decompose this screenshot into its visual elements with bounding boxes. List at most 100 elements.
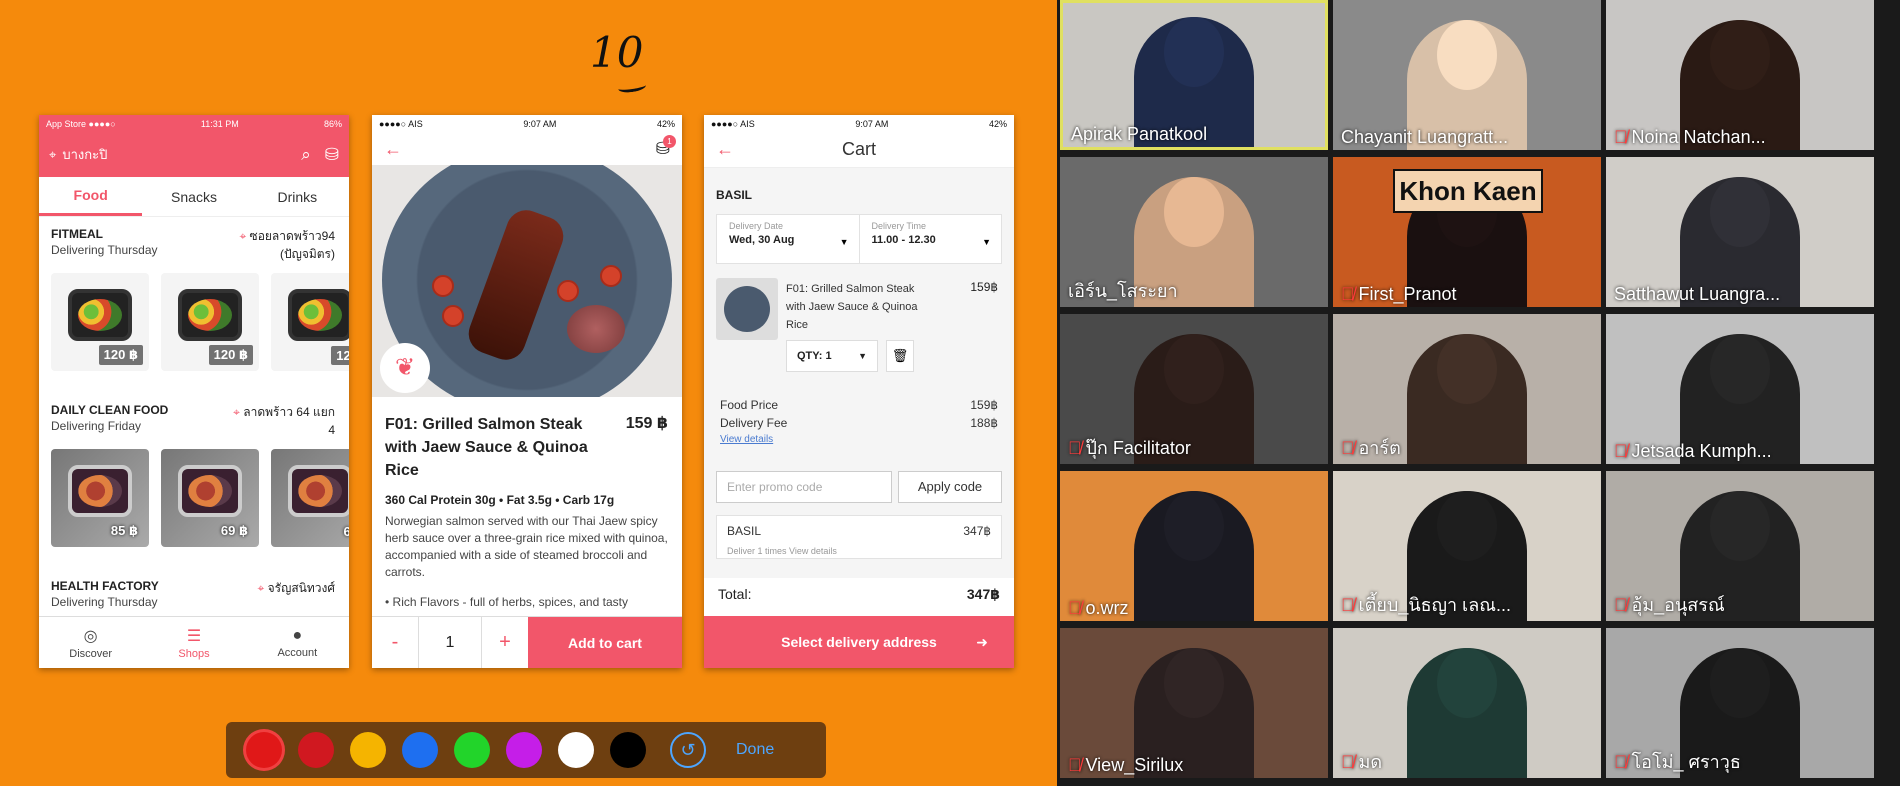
- tab-food[interactable]: Food: [39, 177, 143, 216]
- participant-tile[interactable]: 🎙̸ โอโม่_ ศราวุธ: [1606, 628, 1874, 778]
- tab-drinks[interactable]: Drinks: [246, 177, 349, 216]
- price-summary: Food Price 159฿ Delivery Fee 188฿ View det…: [720, 398, 998, 445]
- promo-code-input[interactable]: Enter promo code: [716, 471, 892, 503]
- color-blue[interactable]: [402, 732, 438, 768]
- qty-value: 1: [418, 617, 482, 668]
- meal-thumbnail[interactable]: 85 ฿: [51, 449, 149, 547]
- increase-qty-button[interactable]: +: [482, 617, 528, 668]
- color-green[interactable]: [454, 732, 490, 768]
- participant-tile[interactable]: 🎙̸ Noina Natchan...: [1606, 0, 1874, 150]
- shop-daily-clean-food[interactable]: DAILY CLEAN FOOD Delivering Friday ⌖ ลาด…: [39, 393, 349, 569]
- meal-price: 69: [343, 524, 349, 539]
- annotation-underline: [617, 80, 647, 94]
- shop-address: ⌖ ลาดพร้าว 64 แยก 4: [233, 405, 335, 437]
- color-white[interactable]: [558, 732, 594, 768]
- nav-shops[interactable]: ☰ Shops: [142, 617, 245, 668]
- location-label[interactable]: บางกะปิ: [62, 144, 287, 165]
- mic-muted-icon: 🎙̸: [1068, 755, 1082, 775]
- participant-tile[interactable]: 🎙̸ อุ้ม_อนุสรณ์: [1606, 471, 1874, 621]
- participant-tile[interactable]: เอิร์น_โสระยา: [1060, 157, 1328, 307]
- promo-row: Enter promo code Apply code: [716, 471, 1002, 503]
- annotation-toolbar: ↺ Done: [226, 722, 826, 778]
- participant-tile[interactable]: 🎙̸ เตี้ยบ_นิธญา เลณ...: [1333, 471, 1601, 621]
- participant-tile[interactable]: Apirak Panatkool: [1060, 0, 1328, 150]
- mic-muted-icon: 🎙̸: [1341, 284, 1355, 304]
- participant-name: 🎙̸ First_Pranot: [1341, 284, 1457, 304]
- pin-icon: ⌖: [239, 229, 250, 243]
- shop-fitmeal[interactable]: FITMEAL Delivering Thursday ⌖ ซอยลาดพร้า…: [39, 217, 349, 393]
- color-red-selected[interactable]: [246, 732, 282, 768]
- participant-name: Satthawut Luangra...: [1614, 284, 1781, 304]
- color-yellow[interactable]: [350, 732, 386, 768]
- category-tabs: Food Snacks Drinks: [39, 177, 349, 217]
- participant-tile[interactable]: 🎙̸ ปุ๊ก Facilitator: [1060, 314, 1328, 464]
- delivery-time-select[interactable]: Delivery Time 11.00 - 12.30 ▼: [860, 215, 1002, 263]
- meal-price: 85 ฿: [110, 523, 138, 538]
- participant-video: [1134, 491, 1254, 621]
- back-arrow-icon[interactable]: ←: [384, 139, 402, 160]
- delivery-picker: Delivery Date Wed, 30 Aug ▼ Delivery Tim…: [716, 214, 1002, 264]
- meal-thumbnail[interactable]: 120: [271, 273, 349, 371]
- participant-tile[interactable]: 🎙̸ มด: [1333, 628, 1601, 778]
- location-header: ⌖ บางกะปิ ⌕ ⛁: [39, 132, 349, 177]
- meal-thumbnail[interactable]: 69: [271, 449, 349, 547]
- participant-tile[interactable]: Chayanit Luangratt...: [1333, 0, 1601, 150]
- pin-icon: ⌖: [257, 581, 268, 595]
- meal-thumbnail[interactable]: 120 ฿: [51, 273, 149, 371]
- meal-price: 120 ฿: [98, 345, 143, 365]
- color-dark-red[interactable]: [298, 732, 334, 768]
- participant-name: 🎙̸ อาร์ต: [1341, 438, 1401, 458]
- decrease-qty-button[interactable]: -: [372, 617, 418, 668]
- tab-snacks[interactable]: Snacks: [142, 177, 245, 216]
- status-battery: 42%: [656, 118, 675, 129]
- caret-down-icon: ▼: [839, 237, 849, 247]
- mic-muted-icon: 🎙̸: [1068, 438, 1082, 458]
- status-time: 11:31 PM: [200, 118, 239, 129]
- user-icon: ●: [292, 626, 303, 644]
- qty-select[interactable]: QTY: 1 ▼: [786, 340, 878, 372]
- mic-muted-icon: 🎙̸: [1614, 595, 1628, 615]
- participant-name: Chayanit Luangratt...: [1341, 127, 1509, 147]
- participant-tile[interactable]: 🎙̸ Jetsada Kumph...: [1606, 314, 1874, 464]
- participant-tile[interactable]: 🎙̸ o.wrz: [1060, 471, 1328, 621]
- cart-total: Total: 347฿: [704, 578, 1014, 610]
- apply-code-button[interactable]: Apply code: [898, 471, 1002, 503]
- nav-discover[interactable]: ◎ Discover: [39, 617, 142, 668]
- participant-name: 🎙̸ View_Sirilux: [1068, 755, 1184, 775]
- color-black[interactable]: [610, 732, 646, 768]
- participant-tile[interactable]: 🎙̸ อาร์ต: [1333, 314, 1601, 464]
- basket-icon[interactable]: ⛁: [325, 145, 339, 165]
- participant-tile[interactable]: Satthawut Luangra...: [1606, 157, 1874, 307]
- participant-tile[interactable]: Khon Kaen 🎙̸ First_Pranot: [1333, 157, 1601, 307]
- shop-summary: BASIL 347฿ Deliver 1 times View details: [716, 515, 1002, 559]
- meal-thumbnail[interactable]: 69 ฿: [161, 449, 259, 547]
- participant-name: Apirak Panatkool: [1071, 124, 1208, 144]
- participant-gallery: Apirak Panatkool Chayanit Luangratt... 🎙̸ N…: [1057, 0, 1900, 786]
- view-details-link[interactable]: View details: [720, 434, 998, 445]
- status-carrier: ●●●●○ AIS: [379, 118, 423, 129]
- cart-title: Cart: [841, 139, 876, 159]
- caret-down-icon: ▼: [858, 351, 867, 361]
- cart-shop-name: BASIL: [716, 188, 752, 202]
- meal-price: 120 ฿: [208, 345, 253, 365]
- mic-muted-icon: 🎙̸: [1341, 752, 1355, 772]
- cart-item: F01: Grilled Salmon Steak with Jaew Sauc…: [716, 278, 1002, 372]
- back-arrow-icon[interactable]: ←: [716, 139, 734, 160]
- arrow-right-icon: ➜: [976, 633, 988, 650]
- participant-name: 🎙̸ เตี้ยบ_นิธญา เลณ...: [1341, 595, 1511, 615]
- trash-icon[interactable]: 🗑: [886, 340, 914, 372]
- color-purple[interactable]: [506, 732, 542, 768]
- done-button[interactable]: Done: [736, 741, 774, 759]
- meal-thumbnail[interactable]: 120 ฿: [161, 273, 259, 371]
- delivery-date-select[interactable]: Delivery Date Wed, 30 Aug ▼: [717, 215, 860, 263]
- status-bar: ●●●●○ AIS 9:07 AM 42%: [704, 115, 1014, 132]
- search-icon[interactable]: ⌕: [301, 145, 311, 165]
- participant-tile[interactable]: 🎙̸ View_Sirilux: [1060, 628, 1328, 778]
- nav-account[interactable]: ● Account: [246, 617, 349, 668]
- select-address-button[interactable]: Select delivery address ➜: [704, 616, 1014, 668]
- add-to-cart-button[interactable]: Add to cart: [528, 617, 682, 668]
- undo-icon[interactable]: ↺: [670, 732, 706, 768]
- participant-video: [1407, 334, 1527, 464]
- leaf-icon: ❦: [380, 343, 430, 393]
- cart-badge: 1: [663, 135, 676, 148]
